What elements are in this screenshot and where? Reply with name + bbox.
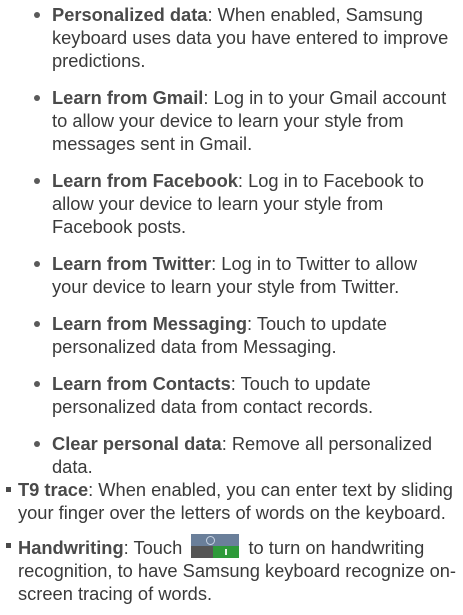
round-bullet-icon [34,441,40,447]
item-term: Personalized data [52,4,208,25]
personalization-options-list: Personalized data: When enabled, Samsung… [30,3,455,492]
manual-page: Personalized data: When enabled, Samsung… [0,0,463,610]
toggle-dark-segment [191,546,214,558]
list-item-learn-from-facebook: Learn from Facebook: Log in to Facebook … [30,169,455,238]
round-bullet-icon [34,381,40,387]
list-item-learn-from-twitter: Learn from Twitter: Log in to Twitter to… [30,252,455,298]
list-item-clear-personal-data: Clear personal data: Remove all personal… [30,432,455,478]
toggle-on-segment [213,546,240,558]
item-term: Learn from Gmail [52,87,204,108]
item-term: Learn from Contacts [52,373,231,394]
round-bullet-icon [34,321,40,327]
item-term: Clear personal data [52,433,222,454]
list-item-t9-trace: T9 trace: When enabled, you can enter te… [4,478,459,524]
item-description-before: : Touch [123,537,183,558]
item-term: Learn from Facebook [52,170,238,191]
round-bullet-icon [34,12,40,18]
item-term: Handwriting [18,537,124,558]
list-item-handwriting: Handwriting: Touch to turn on handwritin… [4,534,459,605]
list-item-learn-from-contacts: Learn from Contacts: Touch to update per… [30,372,455,418]
round-bullet-icon [34,178,40,184]
on-off-toggle-icon [191,534,240,558]
item-term: Learn from Twitter [52,253,212,274]
list-item-learn-from-gmail: Learn from Gmail: Log in to your Gmail a… [30,86,455,155]
square-bullet-icon [6,487,11,492]
round-bullet-icon [34,95,40,101]
toggle-off-segment [191,534,240,546]
keyboard-options-list: T9 trace: When enabled, you can enter te… [4,478,459,615]
item-term: Learn from Messaging [52,313,248,334]
list-item-learn-from-messaging: Learn from Messaging: Touch to update pe… [30,312,455,358]
round-bullet-icon [34,261,40,267]
square-bullet-icon [6,543,11,548]
list-item-personalized-data: Personalized data: When enabled, Samsung… [30,3,455,72]
item-term: T9 trace [18,479,89,500]
